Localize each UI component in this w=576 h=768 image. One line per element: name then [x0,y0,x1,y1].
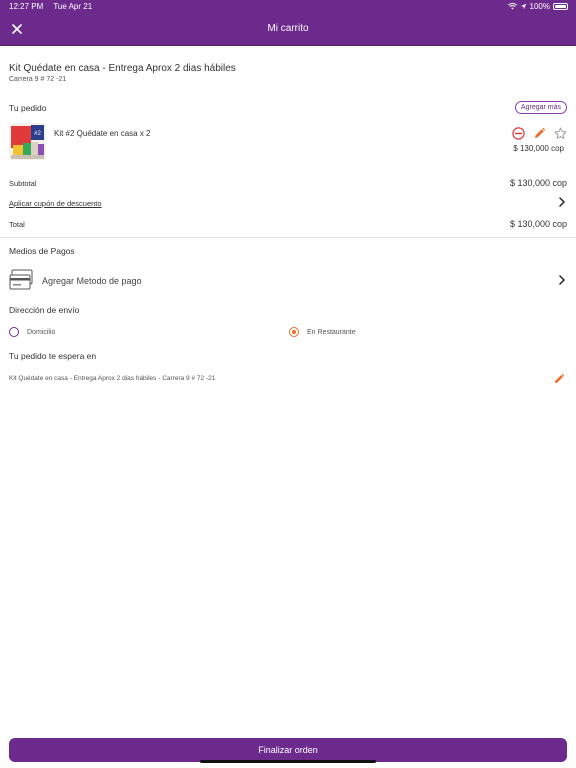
status-bar: 12:27 PM Tue Apr 21 100% [0,0,576,14]
page-title: Mi carrito [267,23,309,34]
product-image: #2 [9,123,46,160]
subtotal-value: $ 130,000 cop [509,178,567,188]
status-date: Tue Apr 21 [53,2,93,11]
svg-text:#2: #2 [34,131,41,137]
total-row: Total $ 130,000 cop [9,219,567,229]
subtotal-row: Subtotal $ 130,000 cop [9,178,567,188]
shipping-option-restaurante[interactable]: En Restaurante [289,327,356,337]
remove-icon[interactable] [512,127,525,140]
shipping-option-domicilio[interactable]: Domicilio [9,327,55,337]
battery-percentage: 100% [529,2,550,11]
pickup-info: Kit Quédate en casa - Entrega Aprox 2 di… [9,375,216,382]
payment-card-icon [9,269,33,290]
product-actions [512,127,567,140]
radio-unselected[interactable] [9,327,19,337]
status-time: 12:27 PM [9,2,44,11]
favorite-star-icon[interactable] [554,127,567,140]
kit-address: Carrera 9 # 72 -21 [9,76,67,83]
battery-icon [553,3,568,10]
subtotal-label: Subtotal [9,179,37,188]
add-payment-method-label[interactable]: Agregar Metodo de pago [42,276,142,286]
add-payment-method-row[interactable]: Agregar Metodo de pago [9,269,567,291]
edit-icon[interactable] [533,127,546,140]
chevron-right-icon [559,197,565,207]
chevron-right-icon [559,275,565,285]
shipping-option-label: Domicilio [27,328,56,336]
payments-heading: Medios de Pagos [9,246,75,256]
location-icon [520,3,526,10]
home-indicator [200,760,376,763]
divider [0,237,576,238]
edit-icon[interactable] [553,373,565,385]
total-value: $ 130,000 cop [509,219,567,229]
product-price: $ 130,000 cop [513,144,564,153]
coupon-link[interactable]: Aplicar cupón de descuento [9,199,102,208]
kit-title: Kit Quédate en casa - Entrega Aprox 2 di… [9,63,236,74]
add-more-button[interactable]: Agregar más [514,101,567,114]
finalize-order-button[interactable]: Finalizar orden [9,738,567,762]
shipping-option-label: En Restaurante [307,328,356,336]
shipping-heading: Dirección de envío [9,305,80,315]
nav-bar: Mi carrito [0,14,576,46]
total-label: Total [9,220,25,229]
coupon-row[interactable]: Aplicar cupón de descuento [9,197,567,208]
radio-selected[interactable] [289,327,299,337]
product-name: Kit #2 Quédate en casa x 2 [54,129,151,138]
order-heading: Tu pedido [9,103,47,113]
pickup-heading: Tu pedido te espera en [9,351,97,361]
wifi-icon [507,3,517,10]
